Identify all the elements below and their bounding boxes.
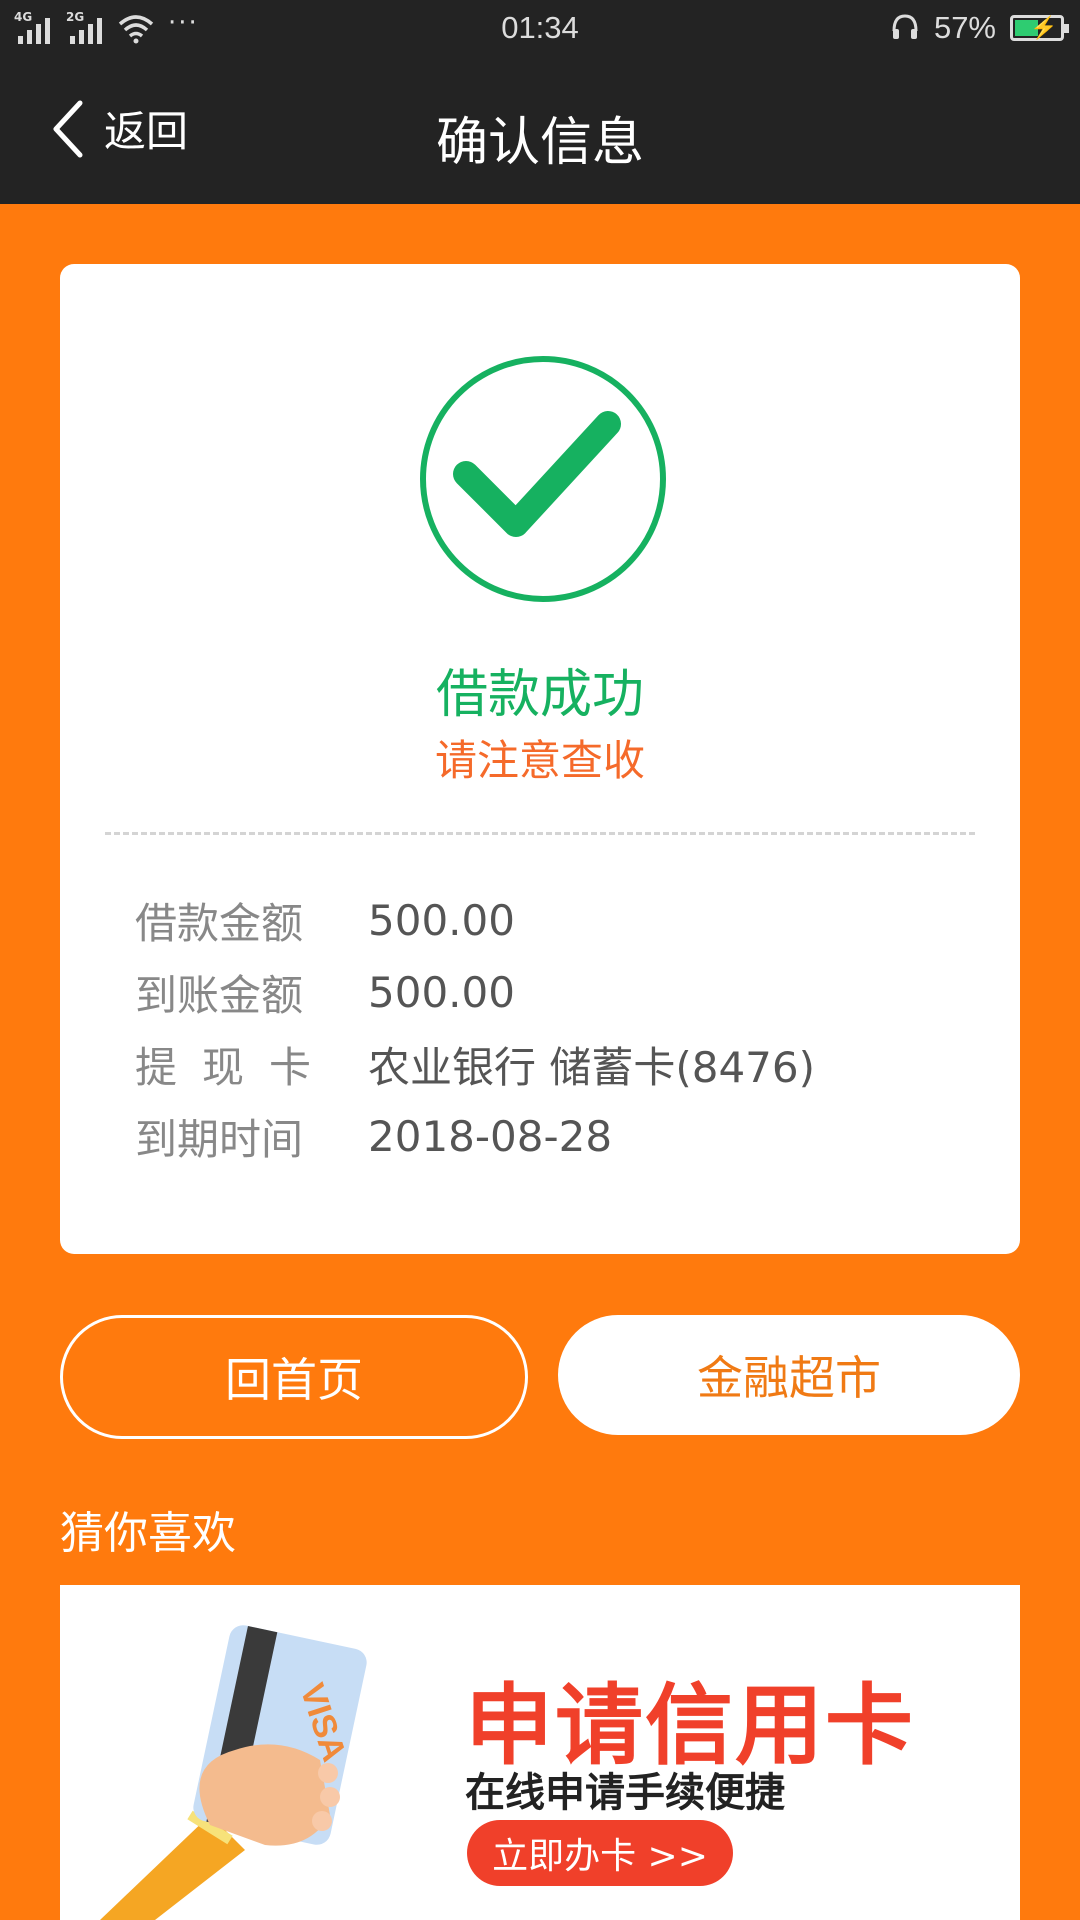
detail-row-withdraw-card: 提现卡 农业银行 储蓄卡(8476) [135, 1028, 955, 1100]
status-right-group: 57% ⚡ [890, 10, 1069, 46]
headset-icon [892, 14, 918, 39]
battery-percent: 57% [933, 10, 996, 45]
detail-value: 2018-08-28 [368, 1111, 613, 1161]
detail-label: 到账金额 [135, 970, 304, 1020]
apply-card-button[interactable]: 立即办卡 >> [467, 1820, 733, 1886]
success-subtitle: 请注意查收 [434, 736, 645, 785]
detail-value: 500.00 [368, 967, 515, 1017]
dashed-divider [105, 832, 975, 835]
detail-row-loan-amount: 借款金额 500.00 [135, 884, 955, 956]
hand-holding-card-illustration: VISA [100, 1625, 367, 1920]
detail-label: 提现卡 [135, 1042, 337, 1092]
page-title: 确认信息 [435, 113, 644, 173]
detail-row-due-date: 到期时间 2018-08-28 [135, 1100, 955, 1172]
success-check-icon [420, 356, 666, 602]
detail-row-received-amount: 到账金额 500.00 [135, 956, 955, 1028]
credit-card-banner[interactable]: VISA 申请信用卡 在线申请手续便捷 立即办卡 >> [60, 1585, 1020, 1920]
recommend-title: 猜你喜欢 [60, 1508, 236, 1559]
battery-icon: ⚡ [1010, 15, 1069, 41]
loan-details: 借款金额 500.00 到账金额 500.00 提现卡 农业银行 储蓄卡(847… [135, 884, 955, 1172]
detail-label: 借款金额 [135, 898, 304, 948]
home-button[interactable]: 回首页 [60, 1315, 528, 1439]
finance-market-button[interactable]: 金融超市 [558, 1315, 1020, 1435]
status-bar: 4G 2G ··· 01:34 57% ⚡ [0, 0, 1080, 58]
result-card: 借款成功 请注意查收 借款金额 500.00 到账金额 500.00 提现卡 农… [60, 264, 1020, 1254]
banner-subtitle: 在线申请手续便捷 [465, 1770, 785, 1816]
detail-value: 农业银行 储蓄卡(8476) [368, 1042, 816, 1092]
charging-bolt-icon: ⚡ [1030, 15, 1058, 40]
nav-bar: 返回 确认信息 [0, 58, 1080, 204]
success-title: 借款成功 [435, 665, 644, 725]
detail-value: 500.00 [368, 895, 515, 945]
detail-label: 到期时间 [135, 1114, 304, 1164]
